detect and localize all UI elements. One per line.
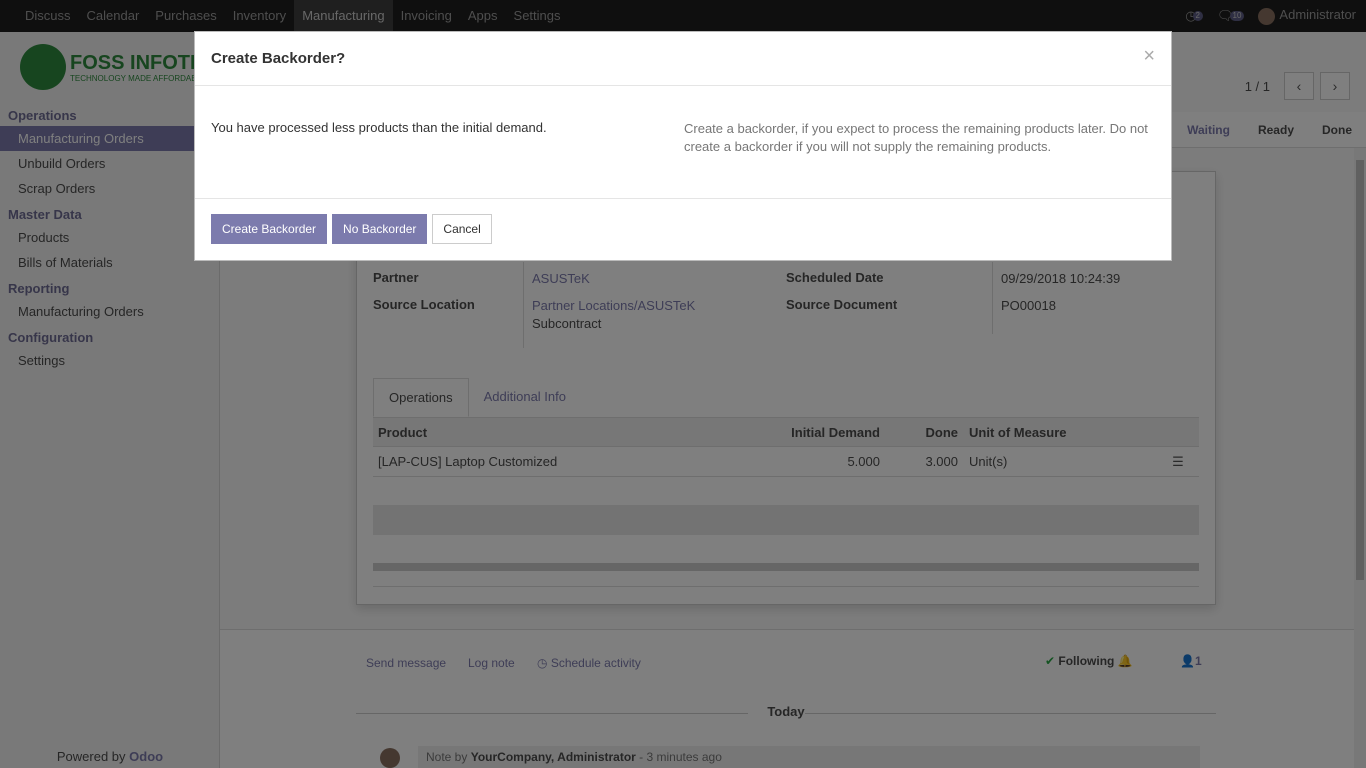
backorder-dialog: Create Backorder? × You have processed l…: [194, 31, 1172, 261]
close-icon[interactable]: ×: [1143, 45, 1155, 68]
no-backorder-button[interactable]: No Backorder: [332, 214, 428, 244]
create-backorder-button[interactable]: Create Backorder: [211, 214, 328, 244]
cancel-button[interactable]: Cancel: [432, 214, 492, 244]
dialog-header: Create Backorder? ×: [195, 32, 1171, 86]
dialog-title: Create Backorder?: [211, 50, 346, 67]
dialog-body: You have processed less products than th…: [195, 86, 1171, 199]
dialog-message: You have processed less products than th…: [211, 120, 547, 135]
dialog-help-text: Create a backorder, if you expect to pro…: [684, 121, 1148, 154]
dialog-footer: Create Backorder No Backorder Cancel: [195, 199, 1171, 259]
